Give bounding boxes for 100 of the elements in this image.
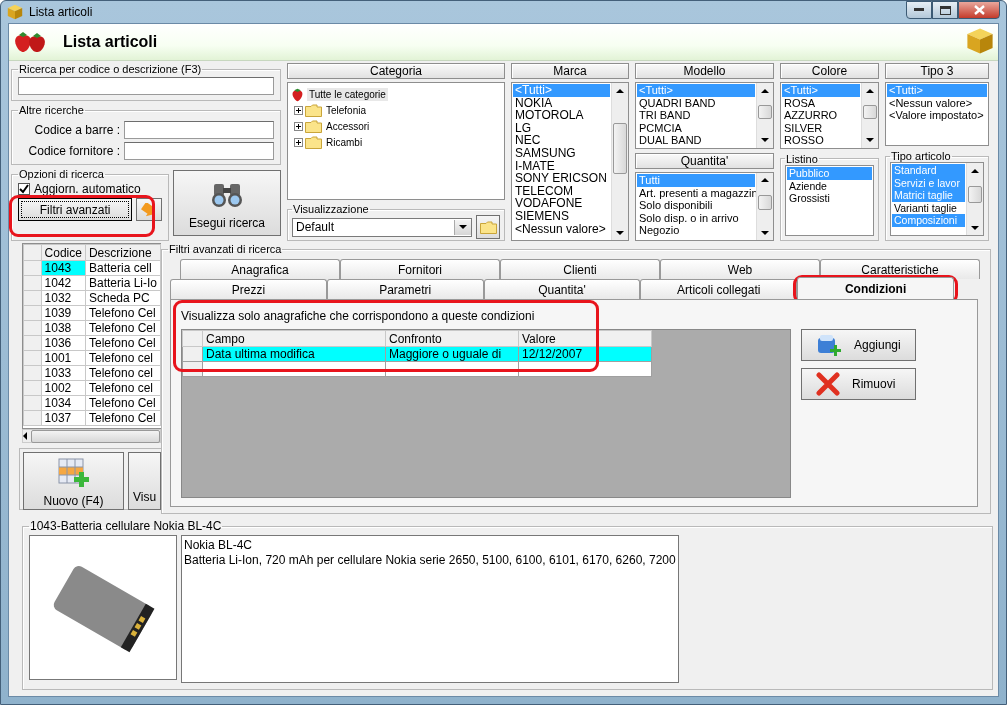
- table-cell[interactable]: Telefono Cel: [85, 395, 161, 411]
- tab[interactable]: Fornitori: [340, 259, 500, 279]
- list-item[interactable]: I-MATE: [513, 159, 610, 173]
- table-cell[interactable]: Telefono cel: [85, 380, 161, 396]
- list-box[interactable]: <Tutti> <Nessun valore> <Valore impostato>: [885, 82, 989, 146]
- list-item[interactable]: TELECOM: [513, 184, 610, 198]
- list-item[interactable]: ROSSO: [782, 134, 860, 147]
- close-button[interactable]: [958, 1, 1000, 19]
- checkbox-label: Aggiorn. automatico: [34, 182, 141, 196]
- tree-item[interactable]: Telefonia: [324, 103, 369, 117]
- table-cell[interactable]: Batteria cell: [85, 260, 161, 276]
- folder-icon: [305, 119, 322, 133]
- list-item[interactable]: SILVER: [782, 121, 860, 135]
- table-cell[interactable]: Batteria Li-Io: [85, 275, 161, 291]
- list-box[interactable]: <Tutti> ROSA AZZURRO SILVER ROSSO: [780, 82, 879, 149]
- action-button[interactable]: Visu: [128, 452, 161, 510]
- tree-item[interactable]: Accessori: [324, 119, 372, 133]
- table-cell[interactable]: Telefono Cel: [85, 320, 161, 336]
- tab[interactable]: Web: [660, 259, 820, 279]
- search-field[interactable]: [18, 77, 274, 95]
- table-cell[interactable]: 1032: [41, 290, 86, 306]
- expand-icon[interactable]: [294, 105, 303, 115]
- table-cell[interactable]: 1042: [41, 275, 86, 291]
- list-item[interactable]: <Valore impostato>: [887, 109, 987, 122]
- list-box[interactable]: <Tutti> NOKIA MOTOROLA LG NEC SAMSUNG I-MATE SONY ERICSON TELECOM VODAFONE SIEMENS <Nessun valore>: [511, 82, 629, 241]
- list-item[interactable]: Varianti taglie: [892, 201, 965, 215]
- list-item[interactable]: Negozio: [637, 224, 755, 237]
- list-item[interactable]: Solo disp. o in arrivo: [637, 211, 755, 225]
- list-item[interactable]: AZZURRO: [782, 109, 860, 122]
- add-button[interactable]: Aggiungi: [801, 329, 916, 361]
- table-cell[interactable]: 1002: [41, 380, 86, 396]
- list-item[interactable]: Aziende: [787, 179, 872, 193]
- table-cell[interactable]: 1039: [41, 305, 86, 321]
- list-item[interactable]: Art. presenti a magazzin: [637, 186, 755, 200]
- list-item[interactable]: NEC: [513, 134, 610, 147]
- expand-icon[interactable]: [294, 137, 303, 147]
- vertical-scrollbar[interactable]: [966, 163, 983, 235]
- table-cell[interactable]: 1038: [41, 320, 86, 336]
- tree-item[interactable]: Ricambi: [324, 135, 365, 149]
- vertical-scrollbar[interactable]: [756, 83, 773, 148]
- maximize-button[interactable]: [932, 1, 958, 19]
- table-cell[interactable]: Telefono Cel: [85, 335, 161, 351]
- list-item[interactable]: MOTOROLA: [513, 109, 610, 122]
- action-button[interactable]: Nuovo (F4): [23, 452, 124, 510]
- table-cell[interactable]: Telefono Cel: [85, 410, 161, 426]
- list-item[interactable]: QUADRI BAND: [637, 96, 755, 110]
- tab[interactable]: Articoli collegati: [640, 279, 798, 299]
- list-item[interactable]: <Nessun valore>: [887, 96, 987, 110]
- list-item[interactable]: SIEMENS: [513, 209, 610, 223]
- folder-button[interactable]: [476, 215, 500, 239]
- table-cell[interactable]: 1036: [41, 335, 86, 351]
- vertical-scrollbar[interactable]: [611, 83, 628, 240]
- list-item[interactable]: PCMCIA: [637, 121, 755, 135]
- input-field[interactable]: [124, 142, 274, 160]
- table-cell[interactable]: 1033: [41, 365, 86, 381]
- list-box[interactable]: Standard Servizi e lavor Matrici taglie Varianti taglie Composizioni: [890, 162, 984, 236]
- description-field[interactable]: Nokia BL-4C Batteria Li-Ion, 720 mAh per cellulare Nokia serie 2650, 5100, 6100, 6101, 6170, 6260, 7200: [181, 535, 679, 683]
- expand-icon[interactable]: [294, 121, 303, 131]
- list-item[interactable]: Solo disponibili: [637, 199, 755, 212]
- tab[interactable]: Quantita': [483, 279, 641, 299]
- caret-icon: [459, 225, 467, 229]
- tab[interactable]: Parametri: [326, 279, 484, 299]
- list-item[interactable]: ROSA: [782, 96, 860, 110]
- column-header: Tipo 3: [885, 63, 989, 79]
- table-cell[interactable]: 1001: [41, 350, 86, 366]
- category-tree[interactable]: Tutte le categorie Telefonia Accessori Ricambi: [287, 82, 505, 200]
- run-search-button[interactable]: Esegui ricerca: [173, 170, 281, 236]
- tab[interactable]: Prezzi: [170, 279, 327, 299]
- tree-item[interactable]: Tutte le categorie: [307, 87, 388, 101]
- input-field[interactable]: [124, 121, 274, 139]
- table-cell[interactable]: Scheda PC: [85, 290, 161, 306]
- list-item[interactable]: TRI BAND: [637, 109, 755, 122]
- tab[interactable]: Condizioni: [797, 277, 954, 299]
- list-item[interactable]: DUAL BAND: [637, 134, 755, 147]
- list-item[interactable]: NOKIA: [513, 96, 610, 110]
- list-item[interactable]: Grossisti: [787, 192, 872, 205]
- advanced-filters-button[interactable]: Filtri avanzati: [18, 198, 133, 221]
- checkbox[interactable]: [18, 183, 30, 195]
- vertical-scrollbar[interactable]: [756, 172, 773, 240]
- minimize-button[interactable]: [906, 1, 932, 19]
- remove-button[interactable]: Rimuovi: [801, 368, 916, 400]
- list-item[interactable]: SAMSUNG: [513, 146, 610, 160]
- list-box[interactable]: <Tutti> QUADRI BAND TRI BAND PCMCIA DUAL BAND: [635, 82, 774, 149]
- list-box[interactable]: Tutti Art. presenti a magazzin Solo disponibili Solo disp. o in arrivo Negozio: [635, 171, 774, 241]
- vertical-scrollbar[interactable]: [861, 83, 878, 148]
- list-box[interactable]: Pubblico Aziende Grossisti: [785, 164, 874, 236]
- hint-text: Visualizza solo anagrafiche che corrispondono a queste condizioni: [181, 309, 536, 323]
- table-cell[interactable]: Telefono Cel: [85, 305, 161, 321]
- list-item[interactable]: VODAFONE: [513, 197, 610, 210]
- table-cell[interactable]: Telefono cel: [85, 365, 161, 381]
- table-cell[interactable]: 1034: [41, 395, 86, 411]
- tab[interactable]: Anagrafica: [180, 259, 340, 279]
- table-cell[interactable]: Telefono cel: [85, 350, 161, 366]
- table-cell[interactable]: 1037: [41, 410, 86, 426]
- horizontal-scrollbar[interactable]: [22, 429, 161, 443]
- list-item[interactable]: SONY ERICSON: [513, 172, 610, 185]
- list-item[interactable]: LG: [513, 121, 610, 135]
- view-dropdown[interactable]: Default: [292, 217, 472, 237]
- tab[interactable]: Clienti: [500, 259, 660, 279]
- list-item[interactable]: <Nessun valore>: [513, 222, 610, 236]
